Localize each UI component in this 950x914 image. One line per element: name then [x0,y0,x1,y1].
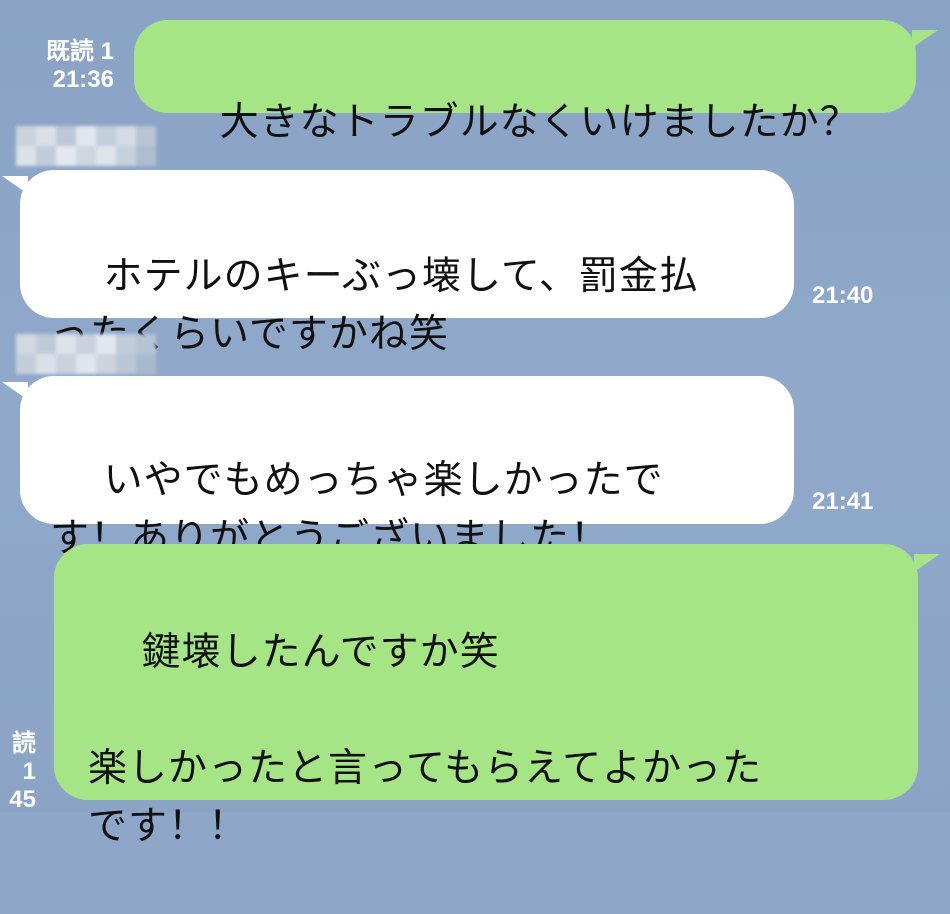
read-label: 読 1 [12,730,36,785]
message-time: 45 [9,786,36,813]
received-message-bubble[interactable]: いやでもめっちゃ楽しかったで す！ありがとうございました！ [20,376,794,561]
sent-message-bubble[interactable]: 大きなトラブルなくいけましたか？ [134,20,916,145]
message-time: 21:36 [52,66,114,93]
sent-message-bubble[interactable]: 鍵壊したんですか笑 楽しかったと言ってもらえてよかった です！！ [54,544,918,849]
received-message-bubble[interactable]: ホテルのキーぶっ壊して、罰金払 ったくらいですかね笑 [20,170,794,357]
bubble-tail [914,554,940,572]
message-text: 鍵壊したんですか笑 楽しかったと言ってもらえてよかった です！！ [88,630,763,849]
message-text: 大きなトラブルなくいけましたか？ [219,100,860,145]
sender-name-blurred [16,334,156,374]
read-label: 既読 1 [45,38,114,65]
read-receipt: 既読 1 21:36 [18,38,114,94]
chat-area[interactable]: 既読 1 21:36 大きなトラブルなくいけましたか？ ホテルのキーぶっ壊して、… [0,0,950,849]
message-time: 21:41 [812,488,874,515]
bubble-tail [912,30,938,48]
read-receipt: 読 1 45 [0,730,36,814]
sender-name-blurred [16,126,156,166]
message-time: 21:40 [812,282,874,309]
